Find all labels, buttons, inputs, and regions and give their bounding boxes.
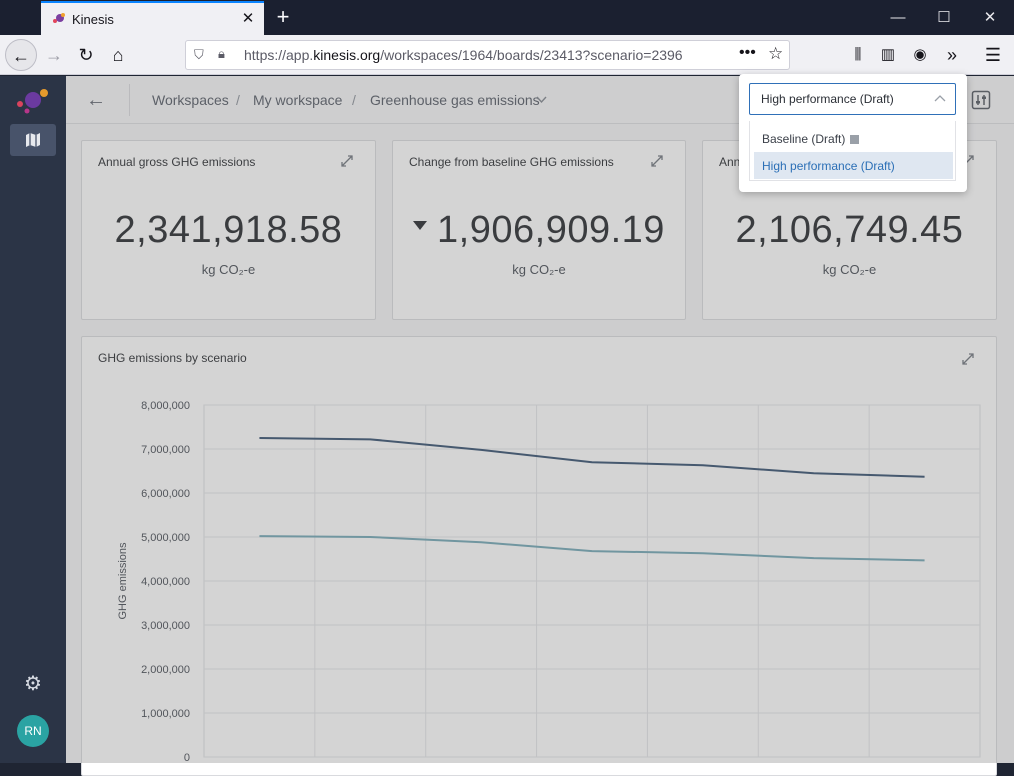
lock-icon[interactable]: 🔒︎ <box>218 46 225 62</box>
minimize-button[interactable]: — <box>875 0 921 35</box>
user-avatar[interactable]: RN <box>17 715 49 747</box>
menu-hamburger-icon[interactable]: ☰ <box>977 39 1009 71</box>
back-arrow-icon[interactable]: ← <box>5 39 37 71</box>
home-icon[interactable]: ⌂ <box>102 39 134 71</box>
scenario-dropdown-popover: High performance (Draft) Baseline (Draft… <box>739 74 967 192</box>
page-actions-icon[interactable]: ••• <box>739 44 756 62</box>
tab-close-icon[interactable]: ✕ <box>238 9 258 29</box>
browser-titlebar: Kinesis ✕ + — ☐ ✕ <box>0 0 1014 35</box>
kinesis-logo-icon[interactable] <box>15 86 51 114</box>
url-text[interactable]: https://app.kinesis.org/workspaces/1964/… <box>244 47 683 63</box>
account-icon[interactable]: ◉ <box>904 39 936 71</box>
forward-arrow-icon[interactable]: → <box>38 39 70 71</box>
shield-icon[interactable]: ⛉ <box>194 47 204 63</box>
tab-title: Kinesis <box>72 12 114 27</box>
scenario-option-baseline[interactable]: Baseline (Draft) <box>754 125 953 152</box>
scenario-options-list: Baseline (Draft) High performance (Draft… <box>749 121 956 181</box>
left-rail: ⚙ RN <box>0 76 66 763</box>
reload-icon[interactable]: ↻ <box>70 39 102 71</box>
kinesis-favicon-icon <box>53 13 65 23</box>
scenario-select[interactable]: High performance (Draft) <box>749 83 956 115</box>
scenario-option-high-performance[interactable]: High performance (Draft) <box>754 152 953 179</box>
scenario-selected-value: High performance (Draft) <box>761 92 894 106</box>
map-icon <box>26 133 40 147</box>
browser-navbar: ← → ↻ ⌂ ⛉ 🔒︎ https://app.kinesis.org/wor… <box>0 35 1014 75</box>
overflow-chevron-icon[interactable]: » <box>936 39 968 71</box>
url-bar[interactable]: ⛉ 🔒︎ https://app.kinesis.org/workspaces/… <box>185 40 790 70</box>
new-tab-button[interactable]: + <box>272 5 294 29</box>
boards-nav-item[interactable] <box>10 124 56 156</box>
locked-icon <box>850 135 860 144</box>
library-icon[interactable]: ⫼ <box>842 39 874 71</box>
maximize-button[interactable]: ☐ <box>921 0 967 35</box>
bookmark-star-icon[interactable]: ☆ <box>768 44 783 64</box>
chevron-up-icon[interactable] <box>933 92 947 106</box>
sidebar-toggle-icon[interactable]: ▥ <box>872 39 904 71</box>
browser-tab[interactable]: Kinesis ✕ <box>41 1 264 35</box>
settings-gear-icon[interactable]: ⚙ <box>20 671 46 697</box>
close-window-button[interactable]: ✕ <box>967 0 1013 35</box>
